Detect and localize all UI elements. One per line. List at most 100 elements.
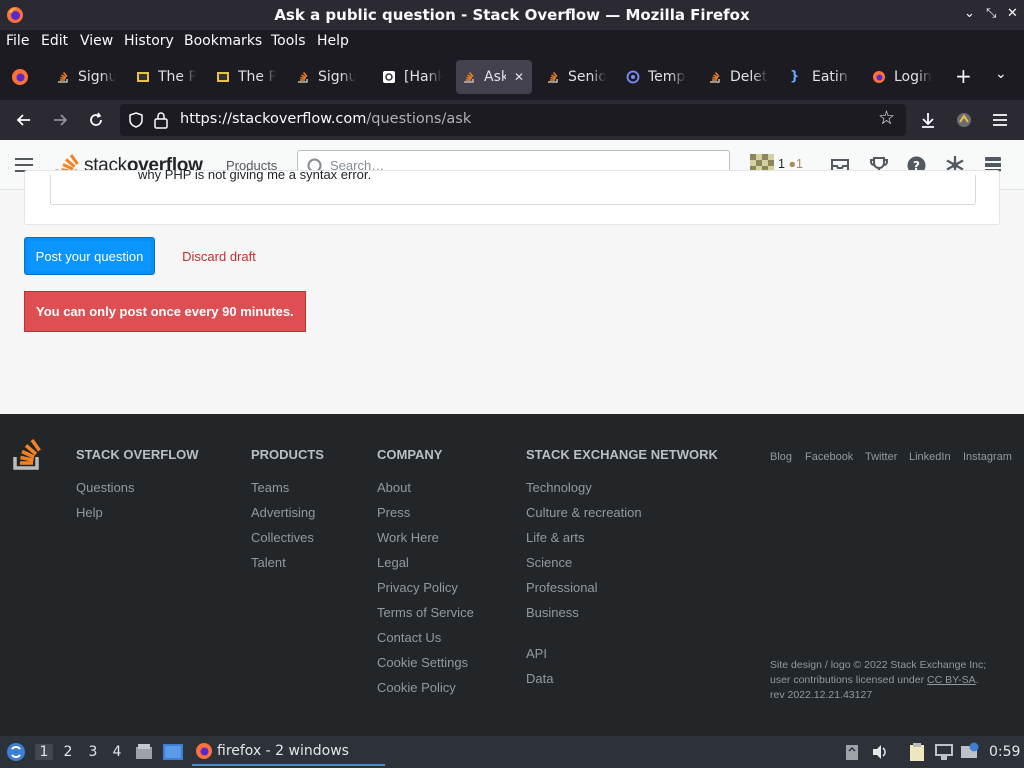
footer-link-talent[interactable]: Talent [251,555,286,570]
footer-link-cookie-policy[interactable]: Cookie Policy [377,680,456,695]
menu-file[interactable]: File [6,33,29,49]
taskbar-clock[interactable]: 0:59 [989,744,1020,760]
tab-signup-1[interactable]: Signu [50,60,122,94]
footer-link-culture-recreation[interactable]: Culture & recreation [526,505,642,520]
download-icon[interactable] [918,110,938,130]
legal-license-prefix: user contributions licensed under [770,674,928,686]
footer-social-linkedin[interactable]: LinkedIn [909,451,951,463]
footer-social-twitter[interactable]: Twitter [865,451,897,463]
back-icon[interactable] [14,110,34,130]
tab-the-p-2[interactable]: The P [210,60,282,94]
footer-link-terms-of-service[interactable]: Terms of Service [377,605,474,620]
url-bar[interactable]: https://stackoverflow.com/questions/ask … [120,104,906,136]
menu-edit[interactable]: Edit [41,33,68,49]
window-title: Ask a public question - Stack Overflow —… [274,6,750,24]
discard-draft-button[interactable]: Discard draft [170,237,268,275]
footer-link-technology[interactable]: Technology [526,480,592,495]
reputation-badge[interactable]: 1 ●1 [778,157,803,171]
footer-link-teams[interactable]: Teams [251,480,289,495]
taskbar-app-label: firefox - 2 windows [217,743,349,759]
firefox-view-icon[interactable] [11,68,29,86]
menu-view[interactable]: View [80,33,113,49]
main-content: why PHP is not giving me a syntax error.… [0,167,1024,414]
menu-tools[interactable]: Tools [271,33,306,49]
volume-icon[interactable] [871,743,889,761]
reputation-count: 1 [778,157,785,171]
footer-link-press[interactable]: Press [377,505,410,520]
tab-delete[interactable]: Delet [702,60,774,94]
footer-link-cookie-settings[interactable]: Cookie Settings [377,655,468,670]
post-question-button[interactable]: Post your question [24,237,155,275]
forward-icon[interactable] [50,110,70,130]
workspace-2[interactable]: 2 [59,744,77,760]
workspace-1[interactable]: 1 [35,744,53,760]
review-card: why PHP is not giving me a syntax error. [24,167,1000,225]
start-menu-icon[interactable] [6,742,26,762]
footer-link-life-arts[interactable]: Life & arts [526,530,585,545]
footer-link-privacy-policy[interactable]: Privacy Policy [377,580,458,595]
battery-icon[interactable] [845,743,859,761]
bookmark-star-icon[interactable]: ☆ [878,107,895,129]
menu-help[interactable]: Help [317,33,349,49]
lock-icon[interactable] [153,111,169,129]
minimize-icon[interactable]: ⌄ [964,6,975,21]
menu-bookmarks[interactable]: Bookmarks [184,33,262,49]
tab-temp[interactable]: Temp [620,60,692,94]
tab-senior[interactable]: Senio [540,60,612,94]
footer-link-business[interactable]: Business [526,605,579,620]
footer-link-collectives[interactable]: Collectives [251,530,314,545]
footer-link-help[interactable]: Help [76,505,103,520]
footer-link-advertising[interactable]: Advertising [251,505,315,520]
tab-login[interactable]: Login [866,60,938,94]
legal-copyright: Site design / logo © 2022 Stack Exchange… [770,659,987,671]
license-link[interactable]: CC BY-SA [927,674,976,686]
tab-signup-2[interactable]: Signu [290,60,362,94]
taskbar-firefox[interactable]: firefox - 2 windows [192,738,385,766]
url-text: https://stackoverflow.com/questions/ask [180,111,471,127]
footer-link-legal[interactable]: Legal [377,555,409,570]
notification-icon[interactable] [960,742,980,760]
menubar: File Edit View History Bookmarks Tools H… [0,30,1024,54]
truncated-question-text: why PHP is not giving me a syntax error. [138,167,372,182]
footer-social-instagram[interactable]: Instagram [963,451,1012,463]
window-titlebar: Ask a public question - Stack Overflow —… [0,0,1024,30]
hamburger-menu-icon[interactable] [990,110,1010,130]
footer-link-about[interactable]: About [377,480,411,495]
reload-icon[interactable] [86,110,106,130]
braces-icon: } [790,69,800,84]
footer-heading-network: STACK EXCHANGE NETWORK [526,447,718,462]
network-icon[interactable] [934,743,954,761]
desktop-icon[interactable] [163,744,183,760]
maximize-icon[interactable]: ⤡ [986,6,996,21]
footer-social-blog[interactable]: Blog [770,451,792,463]
footer-link-work-here[interactable]: Work Here [377,530,439,545]
list-all-tabs-icon[interactable]: ⌄ [995,66,1007,82]
url-path: /questions/ask [366,111,472,127]
shield-icon[interactable] [127,111,145,129]
footer-link-api[interactable]: API [526,646,547,661]
clipboard-icon[interactable] [908,742,926,762]
footer-link-data[interactable]: Data [526,671,553,686]
new-tab-icon[interactable]: + [955,64,972,88]
footer-link-questions[interactable]: Questions [76,480,135,495]
close-tab-icon[interactable]: ✕ [514,70,524,84]
file-manager-icon[interactable] [135,743,153,761]
close-icon[interactable]: ✕ [1007,6,1018,21]
so-footer-logo-icon[interactable] [12,434,44,471]
tab-hank[interactable]: [Hank [376,60,448,94]
workspace-4[interactable]: 4 [108,744,126,760]
tab-ask[interactable]: Ask ✕ [456,60,532,94]
footer-link-professional[interactable]: Professional [526,580,598,595]
tab-eating[interactable]: } Eatin [784,60,860,94]
extension-icon[interactable] [954,110,974,130]
tab-the-p-1[interactable]: The P [130,60,202,94]
footer-link-contact-us[interactable]: Contact Us [377,630,441,645]
legal-license-suffix: . [975,674,979,686]
menu-history[interactable]: History [124,33,174,49]
stackoverflow-favicon [548,72,558,83]
footer-link-science[interactable]: Science [526,555,572,570]
desktop-taskbar: 1 2 3 4 firefox - 2 windows 0:59 [0,736,1024,768]
firefox-favicon [873,71,885,83]
workspace-3[interactable]: 3 [84,744,102,760]
footer-social-facebook[interactable]: Facebook [805,451,853,463]
